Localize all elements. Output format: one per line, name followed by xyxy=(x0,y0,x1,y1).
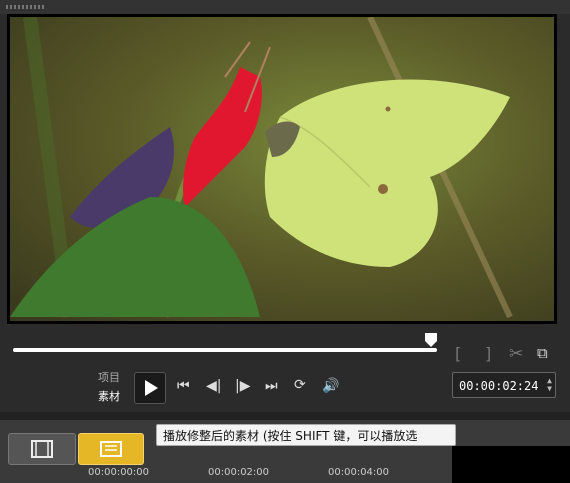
home-icon[interactable]: ⏮ xyxy=(177,378,190,394)
timeline-icon xyxy=(100,441,122,457)
enlarge-icon[interactable]: ⧉ xyxy=(537,344,548,362)
ruler-tick-label: 00:00:02:00 xyxy=(208,467,270,478)
panel-grip[interactable] xyxy=(6,5,46,9)
timecode-spinner[interactable]: ▲ ▼ xyxy=(547,377,552,393)
prev-frame-icon[interactable]: ◀| xyxy=(206,378,221,394)
spin-down-icon[interactable]: ▼ xyxy=(547,385,552,393)
top-bar xyxy=(0,0,570,14)
storyboard-icon xyxy=(31,440,53,458)
cut-icon[interactable]: ✂ xyxy=(509,344,523,364)
repeat-icon[interactable]: ⟳ xyxy=(294,377,306,393)
panel-corner xyxy=(452,446,570,483)
scrub-bar[interactable] xyxy=(13,348,437,352)
end-icon[interactable]: ⏭ xyxy=(265,378,278,394)
timecode-field[interactable]: 00:00:02:24 ▲ ▼ xyxy=(452,372,556,398)
ruler-tick-label: 00:00:04:00 xyxy=(328,467,390,478)
tooltip: 播放修整后的素材 (按住 SHIFT 键，可以播放选 xyxy=(156,424,456,446)
preview-image xyxy=(10,17,554,321)
scrub-handle[interactable] xyxy=(425,333,437,347)
ruler-tick-label: 00:00:00:00 xyxy=(88,467,150,478)
project-mode-label[interactable]: 项目 xyxy=(98,369,120,385)
timecode-value: 00:00:02:24 xyxy=(459,379,539,393)
next-frame-icon[interactable]: |▶ xyxy=(235,378,250,394)
timeline-tab[interactable] xyxy=(78,433,144,465)
mark-in-icon[interactable]: [ xyxy=(455,344,461,363)
mark-out-icon[interactable]: ] xyxy=(485,344,491,363)
tooltip-text: 播放修整后的素材 (按住 SHIFT 键，可以播放选 xyxy=(163,429,418,443)
bottom-bar xyxy=(0,412,570,420)
clip-mode-label[interactable]: 素材 xyxy=(98,388,120,404)
timeline-ruler[interactable]: 00:00:00:00 00:00:02:00 00:00:04:00 xyxy=(82,463,482,483)
volume-icon[interactable]: 🔊 xyxy=(322,378,339,394)
storyboard-tab[interactable] xyxy=(8,433,76,465)
play-button[interactable] xyxy=(134,372,166,404)
play-icon xyxy=(145,380,158,396)
preview-window xyxy=(7,14,557,324)
